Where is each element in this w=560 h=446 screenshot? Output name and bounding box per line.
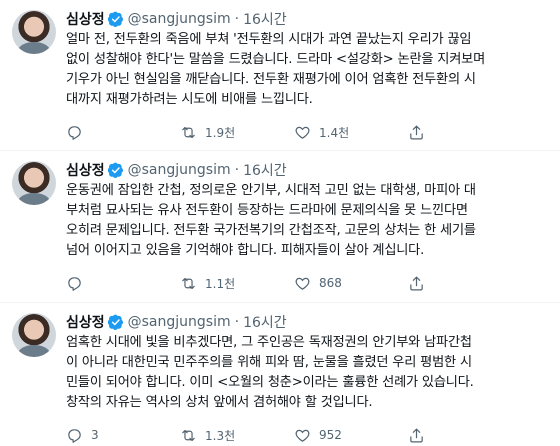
retweet-icon: [182, 126, 195, 138]
retweet-button[interactable]: 1.9천: [180, 124, 294, 141]
heart-icon: [295, 429, 310, 442]
author-name[interactable]: 심상정: [66, 160, 105, 180]
tweet-text: 얼마 전, 전두환의 죽음에 부쳐 '전두환의 시대가 과연 끝났는지 우리가 …: [66, 32, 486, 107]
retweet-button[interactable]: 1.3천: [180, 427, 294, 444]
reply-icon: [68, 276, 81, 291]
like-button[interactable]: 868: [294, 275, 408, 292]
tweet-feed: 심상정 @sangjungsim · 16시간 얼마 전, 전두환의 죽음에 부…: [0, 0, 560, 446]
tweet[interactable]: 심상정 @sangjungsim · 16시간 얼마 전, 전두환의 죽음에 부…: [0, 0, 560, 151]
like-button[interactable]: 952: [294, 427, 408, 444]
tweet-header: 심상정 @sangjungsim · 16시간: [66, 8, 550, 30]
timestamp[interactable]: 16시간: [243, 9, 287, 29]
separator-dot: ·: [234, 314, 240, 330]
heart-icon: [295, 126, 310, 139]
tweet[interactable]: 심상정 @sangjungsim · 16시간 엄혹한 시대에 빛을 비추겠다면…: [0, 303, 560, 446]
retweet-count: 1.9천: [205, 125, 236, 140]
tweet-text: 엄혹한 시대에 빛을 비추겠다면, 그 주인공은 독재정권의 안기부와 남파간첩…: [66, 335, 474, 410]
share-icon: [410, 125, 423, 139]
retweet-icon: [182, 429, 195, 441]
author-handle[interactable]: @sangjungsim: [128, 314, 231, 330]
author-handle[interactable]: @sangjungsim: [128, 11, 231, 27]
action-bar: 3 1.3천 952: [66, 417, 550, 446]
avatar[interactable]: [12, 10, 56, 54]
avatar[interactable]: [12, 161, 56, 205]
share-button[interactable]: [408, 275, 448, 292]
like-count: 952: [319, 428, 342, 442]
like-count: 868: [319, 276, 342, 290]
tweet-header: 심상정 @sangjungsim · 16시간: [66, 159, 550, 181]
verified-badge-icon: [107, 314, 123, 330]
retweet-button[interactable]: 1.1천: [180, 275, 294, 292]
verified-badge-icon: [107, 11, 123, 27]
reply-button[interactable]: 3: [66, 427, 180, 444]
action-bar: 1.9천 1.4천: [66, 114, 550, 150]
tweet[interactable]: 심상정 @sangjungsim · 16시간 운동권에 잠입한 간첩, 정의로…: [0, 151, 560, 303]
timestamp[interactable]: 16시간: [243, 312, 287, 332]
reply-button[interactable]: [66, 124, 180, 141]
retweet-count: 1.1천: [205, 276, 236, 291]
author-handle[interactable]: @sangjungsim: [128, 162, 231, 178]
separator-dot: ·: [234, 11, 240, 27]
reply-icon: [68, 428, 81, 443]
tweet-text: 운동권에 잠입한 간첩, 정의로운 안기부, 시대적 고민 없는 대학생, 마피…: [66, 183, 476, 258]
timestamp[interactable]: 16시간: [243, 160, 287, 180]
reply-icon: [68, 125, 81, 140]
like-button[interactable]: 1.4천: [294, 124, 408, 141]
tweet-header: 심상정 @sangjungsim · 16시간: [66, 311, 550, 333]
share-icon: [410, 276, 423, 290]
author-name[interactable]: 심상정: [66, 9, 105, 29]
action-bar: 1.1천 868: [66, 265, 550, 301]
share-icon: [410, 428, 423, 442]
avatar[interactable]: [12, 313, 56, 357]
reply-button[interactable]: [66, 275, 180, 292]
retweet-icon: [182, 277, 195, 289]
heart-icon: [295, 277, 310, 290]
reply-count: 3: [91, 428, 99, 442]
separator-dot: ·: [234, 162, 240, 178]
share-button[interactable]: [408, 124, 448, 141]
share-button[interactable]: [408, 427, 448, 444]
author-name[interactable]: 심상정: [66, 312, 105, 332]
like-count: 1.4천: [319, 125, 350, 140]
retweet-count: 1.3천: [205, 428, 236, 443]
verified-badge-icon: [107, 162, 123, 178]
